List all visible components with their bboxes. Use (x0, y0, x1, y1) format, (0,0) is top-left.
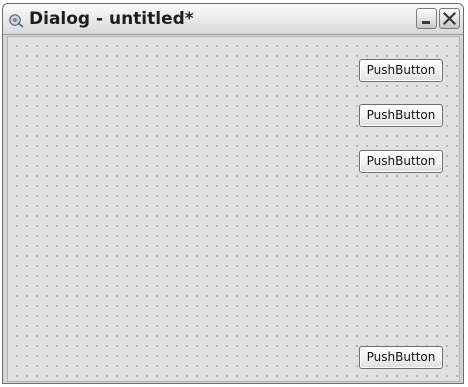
close-icon (442, 11, 457, 26)
dialog-window: Dialog - untitled* PushButton PushButton… (2, 3, 464, 384)
push-button-1[interactable]: PushButton (359, 59, 443, 82)
minimize-button[interactable] (416, 8, 437, 29)
app-icon[interactable] (8, 12, 24, 28)
form-canvas[interactable]: PushButton PushButton PushButton PushBut… (7, 36, 460, 382)
minimize-icon (422, 21, 430, 24)
push-button-2[interactable]: PushButton (359, 104, 443, 127)
title-bar[interactable]: Dialog - untitled* (3, 4, 463, 35)
push-button-3[interactable]: PushButton (359, 150, 443, 173)
close-button[interactable] (439, 8, 460, 29)
window-title: Dialog - untitled* (29, 9, 194, 29)
push-button-4[interactable]: PushButton (359, 346, 443, 369)
